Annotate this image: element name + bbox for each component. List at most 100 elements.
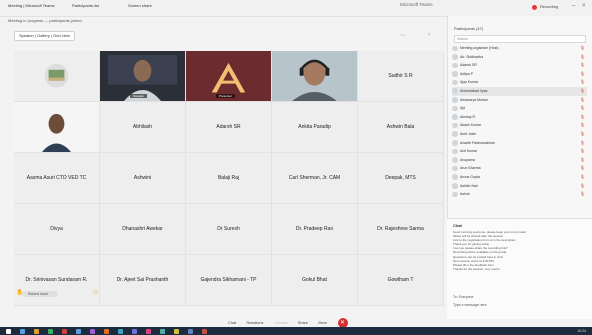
participant-search-input[interactable]: Search bbox=[454, 35, 586, 43]
minimize-icon[interactable]: – bbox=[572, 3, 575, 9]
muted-mic-icon: 🎙 bbox=[579, 79, 585, 85]
participant-list-item[interactable]: Anupama 🎙 bbox=[452, 156, 587, 165]
participant-list-item[interactable]: Akshay R 🎙 bbox=[452, 113, 587, 122]
raised-hand-pill[interactable]: Raised hand bbox=[22, 291, 58, 297]
taskbar-app-icon[interactable] bbox=[62, 328, 67, 334]
taskbar-app-icon[interactable] bbox=[160, 328, 165, 334]
participant-tile[interactable]: Dr. Srinivasan Sundaram R. bbox=[14, 255, 100, 306]
participant-tile[interactable]: Carl Sherman, Jr. CAM bbox=[272, 153, 358, 204]
participant-list-name: Ashok bbox=[460, 192, 470, 197]
avatar bbox=[452, 148, 458, 155]
avatar bbox=[452, 131, 458, 137]
taskbar-app-icon[interactable] bbox=[202, 328, 207, 334]
participant-list-item[interactable]: Ananth Padmanabhan 🎙 bbox=[452, 139, 587, 148]
participant-name: Dr Suresh bbox=[217, 226, 240, 232]
participant-list-name: Ajit bbox=[460, 106, 465, 111]
taskbar-app-icon[interactable] bbox=[118, 328, 123, 334]
taskbar-app-icon[interactable] bbox=[90, 328, 95, 334]
share-button[interactable]: Share bbox=[298, 321, 308, 325]
participant-list-item[interactable]: Aruna Gupta 🎙 bbox=[452, 173, 587, 182]
taskbar-app-icon[interactable] bbox=[188, 328, 193, 334]
participant-name: Divya bbox=[50, 226, 63, 232]
taskbar-app-icon[interactable] bbox=[132, 328, 137, 334]
chat-button[interactable]: Chat bbox=[228, 321, 236, 325]
participant-tile[interactable]: Gajendra Sikhamani - TP bbox=[186, 255, 272, 306]
muted-mic-icon: 🎙 bbox=[579, 139, 585, 145]
participant-tile[interactable]: Dr. Rajeshree Sarma bbox=[358, 204, 444, 255]
participant-list-item[interactable]: Ahmedabad Vyas 🎙 bbox=[452, 86, 587, 96]
taskbar-app-icon[interactable] bbox=[48, 328, 53, 334]
participant-name: Ashwini bbox=[133, 175, 152, 181]
participant-list-item[interactable]: Aditya P 🎙 bbox=[452, 70, 587, 79]
muted-mic-icon: 🎙 bbox=[579, 62, 585, 68]
participant-list-item[interactable]: Meeting organiser (Host) 🎙 bbox=[452, 44, 587, 53]
participant-tile[interactable]: Deepak, MTS bbox=[358, 153, 444, 204]
participant-tile[interactable]: Dr. Ajeet Sai Prashanth bbox=[100, 255, 186, 306]
muted-mic-icon: 🎙 bbox=[579, 87, 585, 93]
participant-tile[interactable] bbox=[272, 51, 358, 102]
participant-tile[interactable]: Balaji Raj bbox=[186, 153, 272, 204]
participant-name: Carl Sherman, Jr. CAM bbox=[288, 175, 341, 181]
participant-list-item[interactable]: Ashish Nair 🎙 bbox=[452, 182, 587, 191]
close-window-icon[interactable]: × bbox=[582, 3, 586, 9]
taskbar-app-icon[interactable] bbox=[20, 328, 25, 334]
participant-list-item[interactable]: Adarsh SR 🎙 bbox=[452, 61, 587, 70]
view-toggle[interactable]: Speaker | Gallery | Grid view bbox=[14, 31, 75, 41]
participant-tile[interactable]: Adarsh SR bbox=[186, 102, 272, 153]
participant-tile[interactable]: Divya bbox=[14, 204, 100, 255]
chat-input[interactable]: Type a message here bbox=[453, 303, 583, 307]
taskbar-app-icon[interactable] bbox=[76, 328, 81, 334]
participant-tile[interactable]: Aasma Asuri CTO VED TC bbox=[14, 153, 100, 204]
more-options-icon[interactable]: ⋯ bbox=[400, 32, 406, 39]
participant-tile[interactable]: Ashwini bbox=[100, 153, 186, 204]
reactions-button[interactable]: Reactions bbox=[246, 321, 263, 325]
participant-tile[interactable]: Gowtham T bbox=[358, 255, 444, 306]
participant-tile[interactable]: Speaker bbox=[100, 51, 186, 102]
taskbar-app-icon[interactable] bbox=[104, 328, 109, 334]
participant-list-item[interactable]: Ashok 🎙 bbox=[452, 190, 587, 199]
avatar bbox=[452, 122, 458, 129]
browser-tab-1[interactable]: Meeting | Microsoft Teams bbox=[8, 3, 55, 8]
browser-tab-2[interactable]: Participants list bbox=[72, 3, 99, 8]
participant-list-item[interactable]: Anil Kumar 🎙 bbox=[452, 147, 587, 156]
participant-tile[interactable]: Ashwin Bala bbox=[358, 102, 444, 153]
participant-tile[interactable] bbox=[14, 51, 100, 102]
participant-name: Gokul Bhat bbox=[302, 277, 327, 283]
participant-tile[interactable]: Dr. Pradeep Rao bbox=[272, 204, 358, 255]
participant-tile[interactable]: Dhanashri Awekar bbox=[100, 204, 186, 255]
chevron-left-icon[interactable]: ‹ bbox=[428, 32, 430, 38]
participants-header: Participants (47) bbox=[454, 26, 484, 31]
participant-list-name: Amit Joshi bbox=[460, 131, 477, 136]
participant-list-item[interactable]: Akash Kumar 🎙 bbox=[452, 121, 587, 130]
participant-list-item[interactable]: Amit Joshi 🎙 bbox=[452, 130, 587, 139]
avatar bbox=[452, 174, 458, 180]
participant-name: Deepak, MTS bbox=[385, 175, 416, 181]
avatar bbox=[452, 191, 458, 198]
camera-button[interactable]: Camera bbox=[274, 321, 288, 325]
participant-tile[interactable]: Sudhir S R bbox=[358, 51, 444, 102]
participant-list-item[interactable]: Ab. Siddhartha 🎙 bbox=[452, 53, 587, 62]
chat-recipient[interactable]: To: Everyone bbox=[453, 295, 473, 299]
participant-name: Dhanashri Awekar bbox=[122, 226, 163, 232]
start-menu-icon[interactable] bbox=[6, 328, 11, 334]
muted-mic-icon: 🎙 bbox=[579, 96, 585, 102]
participant-list-name: Ananth Padmanabhan bbox=[460, 140, 495, 145]
participant-tile[interactable] bbox=[14, 102, 100, 153]
more-button[interactable]: More bbox=[318, 321, 327, 325]
participant-tile[interactable]: Abhilash bbox=[100, 102, 186, 153]
participant-name: Ankita Paradip bbox=[298, 124, 331, 130]
taskbar-app-icon[interactable] bbox=[146, 328, 151, 334]
participant-list-item[interactable]: Ajay Kumar 🎙 bbox=[452, 78, 587, 87]
participant-tile[interactable]: Gokul Bhat bbox=[272, 255, 358, 306]
participant-tile[interactable]: Dr Suresh bbox=[186, 204, 272, 255]
taskbar-app-icon[interactable] bbox=[174, 328, 179, 334]
participant-tile[interactable]: Ankita Paradip bbox=[272, 102, 358, 153]
participant-list-item[interactable]: Ajit 🎙 bbox=[452, 104, 587, 113]
muted-mic-icon: 🎙 bbox=[579, 182, 585, 188]
browser-tab-3[interactable]: Screen share bbox=[128, 3, 152, 8]
taskbar-app-icon[interactable] bbox=[34, 328, 39, 334]
muted-mic-icon: 🎙 bbox=[579, 105, 585, 111]
participant-tile[interactable]: Presenter bbox=[186, 51, 272, 102]
participant-list-item[interactable]: Aishwarya Mohan 🎙 bbox=[452, 96, 587, 105]
participant-list-item[interactable]: Arun Sharma 🎙 bbox=[452, 164, 587, 173]
